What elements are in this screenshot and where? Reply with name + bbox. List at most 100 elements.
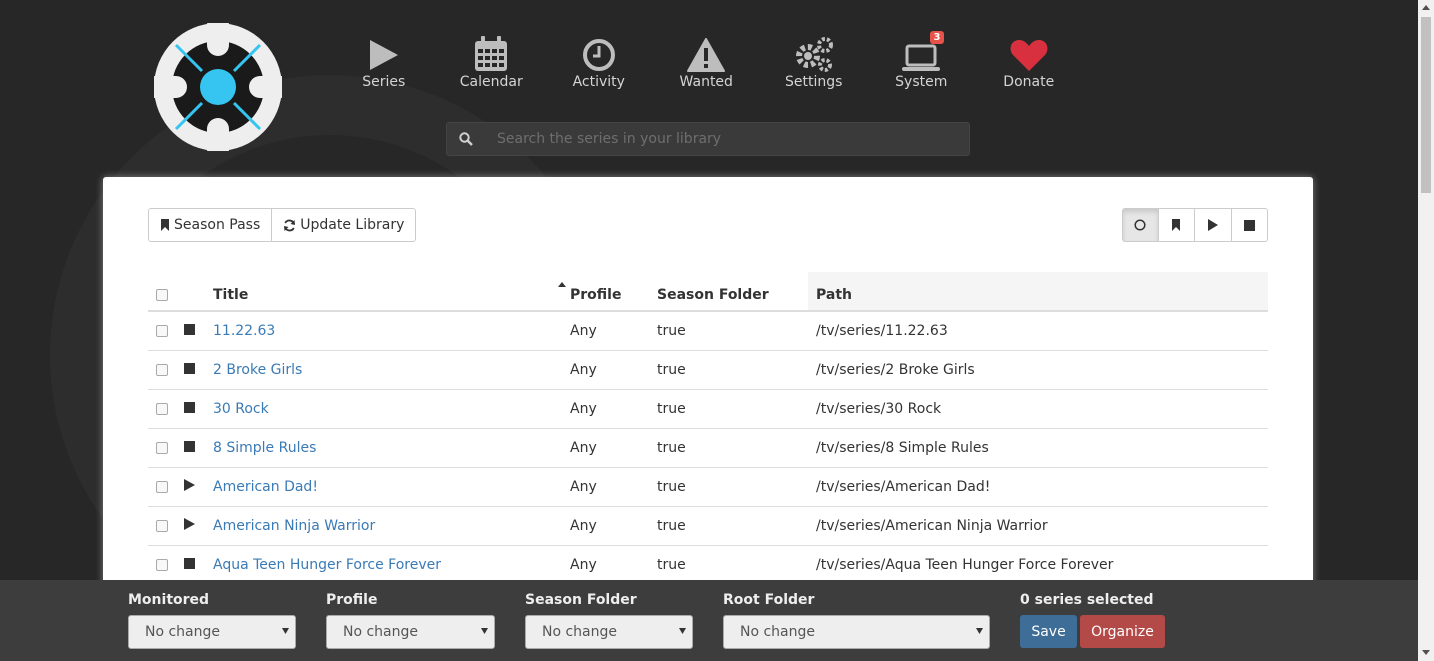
- season-folder-select[interactable]: No change: [525, 615, 693, 649]
- table-row: 8 Simple Rules Any true/tv/series/8 Simple…: [148, 428, 1268, 468]
- row-select-cell: [148, 545, 184, 585]
- status-cell: [184, 545, 213, 585]
- nav-system[interactable]: 3 System: [868, 31, 976, 90]
- ended-stop-icon: [184, 323, 195, 335]
- profile-label: Profile: [326, 592, 378, 608]
- scroll-up-icon[interactable]: [1422, 5, 1430, 10]
- season-folder-cell: true: [657, 467, 808, 507]
- series-title-link[interactable]: 11.22.63: [213, 311, 570, 351]
- series-editor-panel: Season Pass Update Library Title Profile…: [103, 177, 1313, 597]
- play-icon: [368, 34, 400, 72]
- actions-group: 0 series selected Save Organize: [1020, 592, 1165, 648]
- clock-icon: [582, 34, 616, 72]
- editor-toolbar: Season Pass Update Library: [148, 208, 417, 242]
- row-checkbox[interactable]: [156, 363, 168, 376]
- season-folder-select-value: No change: [542, 624, 618, 640]
- search-input[interactable]: [485, 131, 969, 147]
- nav-wanted[interactable]: Wanted: [653, 34, 761, 90]
- search-icon: [447, 132, 485, 146]
- monitored-select[interactable]: No change: [128, 615, 296, 649]
- profile-header[interactable]: Profile: [570, 272, 657, 312]
- root-folder-label: Root Folder: [723, 592, 815, 608]
- monitored-group: Monitored No change: [128, 592, 296, 649]
- path-cell: /tv/series/American Ninja Warrior: [808, 506, 1268, 546]
- row-checkbox[interactable]: [156, 441, 168, 454]
- series-title-link[interactable]: 30 Rock: [213, 389, 570, 429]
- organize-button[interactable]: Organize: [1080, 615, 1165, 648]
- profile-cell: Any: [570, 506, 657, 546]
- row-checkbox[interactable]: [156, 324, 168, 337]
- heart-icon: [1010, 34, 1048, 72]
- season-folder-label: Season Folder: [525, 592, 637, 608]
- update-library-button[interactable]: Update Library: [272, 208, 417, 242]
- select-all-checkbox[interactable]: [156, 289, 168, 301]
- filter-all-button[interactable]: [1122, 208, 1159, 242]
- profile-cell: Any: [570, 467, 657, 507]
- nav-calendar-label: Calendar: [459, 74, 523, 90]
- row-checkbox[interactable]: [156, 480, 168, 493]
- season-folder-cell: true: [657, 506, 808, 546]
- page-scrollbar[interactable]: [1418, 0, 1434, 661]
- status-cell: [184, 428, 213, 468]
- continuing-play-icon: [184, 478, 195, 491]
- nav-donate[interactable]: Donate: [975, 34, 1083, 90]
- row-select-cell: [148, 506, 184, 546]
- sonarr-logo[interactable]: [145, 14, 291, 160]
- filter-toolbar: [1122, 208, 1268, 242]
- series-title-link[interactable]: Aqua Teen Hunger Force Forever: [213, 545, 570, 585]
- scroll-down-icon[interactable]: [1422, 650, 1430, 655]
- monitored-select-value: No change: [145, 624, 221, 640]
- row-select-cell: [148, 350, 184, 390]
- series-title-link[interactable]: American Dad!: [213, 467, 570, 507]
- status-cell: [184, 467, 213, 507]
- profile-cell: Any: [570, 311, 657, 351]
- title-header[interactable]: Title: [213, 272, 570, 312]
- series-title-link[interactable]: American Ninja Warrior: [213, 506, 570, 546]
- series-title-link[interactable]: 8 Simple Rules: [213, 428, 570, 468]
- caret-down-icon: [282, 628, 289, 634]
- row-checkbox[interactable]: [156, 402, 168, 415]
- continuing-play-icon: [184, 517, 195, 530]
- filter-continuing-button[interactable]: [1195, 208, 1232, 242]
- nav-calendar[interactable]: Calendar: [438, 34, 546, 90]
- row-select-cell: [148, 428, 184, 468]
- update-library-label: Update Library: [300, 217, 405, 233]
- season-pass-button[interactable]: Season Pass: [148, 208, 273, 242]
- nav-activity-label: Activity: [572, 74, 625, 90]
- table-row: 11.22.63 Any true/tv/series/11.22.63: [148, 311, 1268, 351]
- nav-settings[interactable]: Settings: [760, 34, 868, 90]
- status-cell: [184, 389, 213, 429]
- series-search: [446, 122, 970, 156]
- path-cell: /tv/series/8 Simple Rules: [808, 428, 1268, 468]
- nav-activity[interactable]: Activity: [545, 34, 653, 90]
- nav-series[interactable]: Series: [330, 34, 438, 90]
- series-title-link[interactable]: 2 Broke Girls: [213, 350, 570, 390]
- root-folder-select[interactable]: No change: [723, 615, 990, 649]
- root-folder-group: Root Folder No change: [723, 592, 990, 649]
- path-header[interactable]: Path: [808, 272, 1268, 312]
- bookmark-icon: [161, 219, 169, 231]
- season-folder-header[interactable]: Season Folder: [657, 272, 808, 312]
- path-cell: /tv/series/2 Broke Girls: [808, 350, 1268, 390]
- filter-ended-button[interactable]: [1231, 208, 1268, 242]
- row-checkbox[interactable]: [156, 519, 168, 532]
- path-cell: /tv/series/American Dad!: [808, 467, 1268, 507]
- season-folder-cell: true: [657, 389, 808, 429]
- row-select-cell: [148, 311, 184, 351]
- main-nav: Series Calendar Activity Wanted Settings…: [330, 31, 1083, 90]
- season-folder-cell: true: [657, 350, 808, 390]
- scrollbar-thumb[interactable]: [1421, 17, 1431, 193]
- selected-count: 0 series selected: [1020, 592, 1154, 608]
- row-checkbox[interactable]: [156, 558, 168, 571]
- profile-cell: Any: [570, 428, 657, 468]
- save-button[interactable]: Save: [1020, 615, 1077, 648]
- warning-icon: [687, 34, 726, 72]
- ended-stop-icon: [184, 401, 195, 413]
- filter-monitored-button[interactable]: [1158, 208, 1195, 242]
- season-folder-cell: true: [657, 311, 808, 351]
- system-badge: 3: [929, 31, 945, 44]
- path-cell: /tv/series/Aqua Teen Hunger Force Foreve…: [808, 545, 1268, 585]
- profile-select[interactable]: No change: [326, 615, 495, 649]
- play-icon: [1208, 219, 1219, 231]
- stop-icon: [1243, 219, 1255, 231]
